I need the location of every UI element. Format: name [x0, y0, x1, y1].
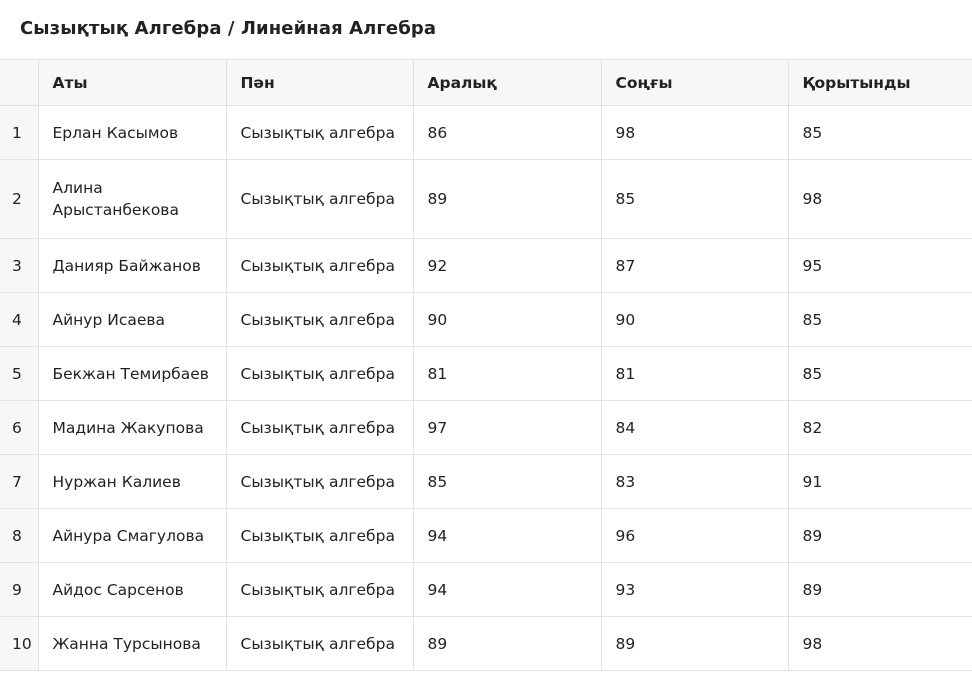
total-score: 98	[787, 159, 972, 239]
midterm-score: 97	[412, 400, 602, 455]
midterm-score: 85	[412, 454, 602, 509]
total-score: 85	[787, 346, 972, 401]
subject-cell: Сызықтық алгебра	[225, 400, 414, 455]
student-name: Айнура Смагулова	[37, 508, 227, 563]
subject-cell: Сызықтық алгебра	[225, 238, 414, 293]
row-index: 5	[0, 346, 39, 401]
midterm-score: 89	[412, 159, 602, 239]
header-midterm[interactable]: Аралық	[412, 59, 602, 106]
midterm-score: 90	[412, 292, 602, 347]
total-score: 98	[787, 616, 972, 671]
subject-cell: Сызықтық алгебра	[225, 508, 414, 563]
row-index: 2	[0, 159, 39, 239]
row-index: 10	[0, 616, 39, 671]
subject-cell: Сызықтық алгебра	[225, 159, 414, 239]
subject-cell: Сызықтық алгебра	[225, 292, 414, 347]
midterm-score: 94	[412, 562, 602, 617]
table-row: 10 Жанна Турсынова Сызықтық алгебра 89 8…	[0, 616, 972, 671]
total-score: 89	[787, 562, 972, 617]
final-score: 90	[600, 292, 789, 347]
table-row: 3 Данияр Байжанов Сызықтық алгебра 92 87…	[0, 238, 972, 293]
row-index: 8	[0, 508, 39, 563]
subject-cell: Сызықтық алгебра	[225, 105, 414, 160]
header-index	[0, 59, 39, 106]
subject-cell: Сызықтық алгебра	[225, 346, 414, 401]
header-name[interactable]: Аты	[37, 59, 227, 106]
table-row: 2 Алина Арыстанбекова Сызықтық алгебра 8…	[0, 159, 972, 239]
row-index: 7	[0, 454, 39, 509]
table-row: 6 Мадина Жакупова Сызықтық алгебра 97 84…	[0, 400, 972, 455]
row-index: 6	[0, 400, 39, 455]
midterm-score: 94	[412, 508, 602, 563]
header-subject[interactable]: Пән	[225, 59, 414, 106]
final-score: 89	[600, 616, 789, 671]
student-name: Бекжан Темирбаев	[37, 346, 227, 401]
table-row: 5 Бекжан Темирбаев Сызықтық алгебра 81 8…	[0, 346, 972, 401]
student-name: Айдос Сарсенов	[37, 562, 227, 617]
final-score: 87	[600, 238, 789, 293]
student-name: Нуржан Калиев	[37, 454, 227, 509]
header-total[interactable]: Қорытынды	[787, 59, 972, 106]
row-index: 4	[0, 292, 39, 347]
table-row: 1 Ерлан Касымов Сызықтық алгебра 86 98 8…	[0, 105, 972, 160]
final-score: 98	[600, 105, 789, 160]
student-name: Айнур Исаева	[37, 292, 227, 347]
subject-cell: Сызықтық алгебра	[225, 616, 414, 671]
final-score: 93	[600, 562, 789, 617]
total-score: 82	[787, 400, 972, 455]
total-score: 91	[787, 454, 972, 509]
midterm-score: 89	[412, 616, 602, 671]
table-row: 7 Нуржан Калиев Сызықтық алгебра 85 83 9…	[0, 454, 972, 509]
midterm-score: 81	[412, 346, 602, 401]
midterm-score: 92	[412, 238, 602, 293]
student-name: Алина Арыстанбекова	[37, 159, 227, 239]
final-score: 81	[600, 346, 789, 401]
student-name: Данияр Байжанов	[37, 238, 227, 293]
midterm-score: 86	[412, 105, 602, 160]
student-name: Жанна Турсынова	[37, 616, 227, 671]
row-index: 9	[0, 562, 39, 617]
subject-cell: Сызықтық алгебра	[225, 454, 414, 509]
student-name: Мадина Жакупова	[37, 400, 227, 455]
final-score: 85	[600, 159, 789, 239]
final-score: 96	[600, 508, 789, 563]
total-score: 85	[787, 105, 972, 160]
table-row: 9 Айдос Сарсенов Сызықтық алгебра 94 93 …	[0, 562, 972, 617]
subject-cell: Сызықтық алгебра	[225, 562, 414, 617]
table-row: 8 Айнура Смагулова Сызықтық алгебра 94 9…	[0, 508, 972, 563]
page-title: Сызықтық Алгебра / Линейная Алгебра	[20, 18, 437, 39]
total-score: 95	[787, 238, 972, 293]
student-name: Ерлан Касымов	[37, 105, 227, 160]
final-score: 83	[600, 454, 789, 509]
row-index: 1	[0, 105, 39, 160]
header-final[interactable]: Соңғы	[600, 59, 789, 106]
row-index: 3	[0, 238, 39, 293]
table-header-row: Аты Пән Аралық Соңғы Қорытынды	[0, 59, 972, 106]
table-row: 4 Айнур Исаева Сызықтық алгебра 90 90 85	[0, 292, 972, 347]
grades-table: Аты Пән Аралық Соңғы Қорытынды 1 Ерлан К…	[0, 59, 972, 671]
total-score: 89	[787, 508, 972, 563]
final-score: 84	[600, 400, 789, 455]
total-score: 85	[787, 292, 972, 347]
